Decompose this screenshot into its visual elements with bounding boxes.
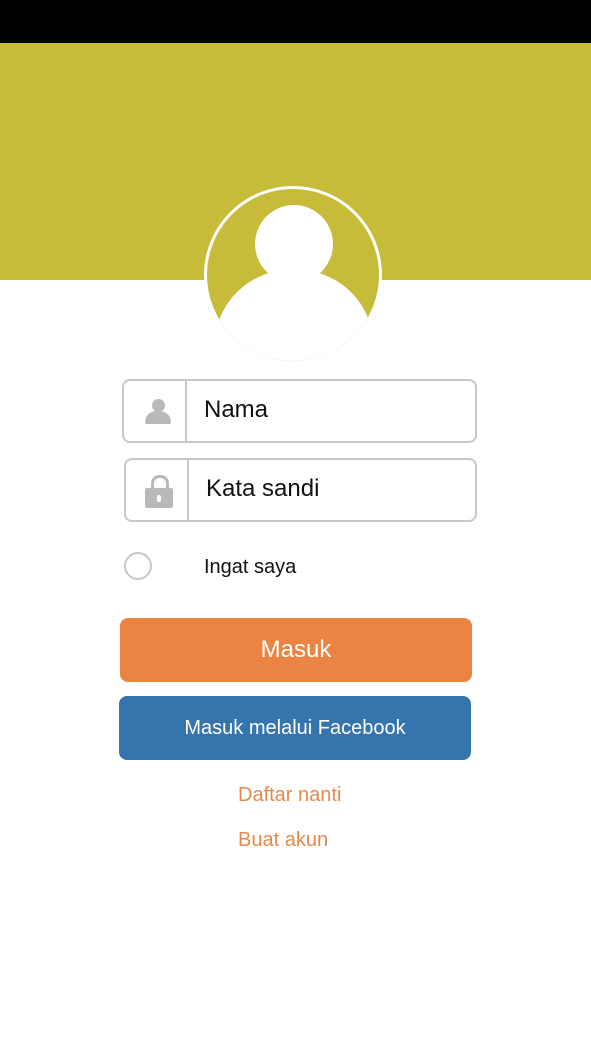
lock-icon (145, 475, 173, 508)
username-field[interactable]: Nama (122, 379, 477, 443)
login-button[interactable]: Masuk (120, 618, 472, 682)
remember-me-label[interactable]: Ingat saya (204, 555, 296, 579)
user-avatar-icon (204, 186, 382, 364)
password-placeholder[interactable]: Kata sandi (206, 460, 319, 520)
register-later-link[interactable]: Daftar nanti (238, 783, 341, 807)
username-icon-cell (124, 381, 187, 441)
avatar-body (215, 269, 373, 361)
username-placeholder[interactable]: Nama (204, 381, 268, 441)
password-icon-cell (126, 460, 189, 520)
create-account-link[interactable]: Buat akun (238, 828, 328, 852)
password-field[interactable]: Kata sandi (124, 458, 477, 522)
user-icon (145, 399, 171, 424)
facebook-login-button[interactable]: Masuk melalui Facebook (119, 696, 471, 760)
status-bar (0, 0, 591, 43)
remember-me-radio[interactable] (124, 552, 152, 580)
